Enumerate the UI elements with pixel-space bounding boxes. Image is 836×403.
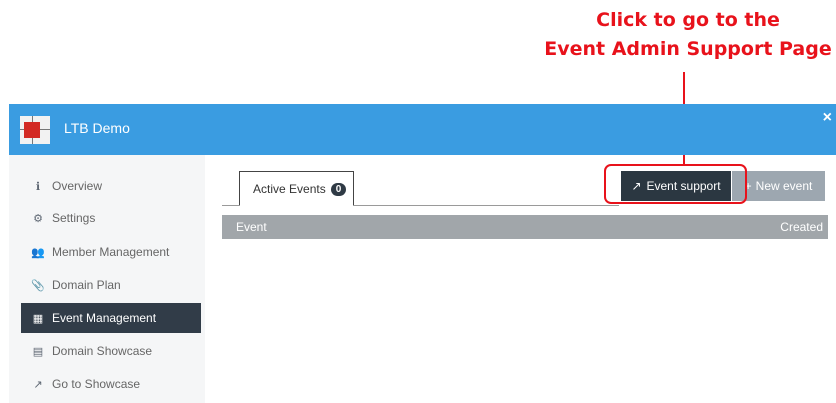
event-support-label: Event support <box>646 179 721 193</box>
sidebar-item-label: Event Management <box>52 311 157 325</box>
app-logo-icon <box>20 116 50 144</box>
close-icon[interactable]: × <box>823 109 832 127</box>
sidebar-item-domain-showcase[interactable]: ▤ Domain Showcase <box>21 336 201 366</box>
tab-divider <box>353 205 619 206</box>
tab-divider <box>222 205 240 206</box>
external-link-icon: ↗ <box>33 377 43 391</box>
sidebar-item-label: Domain Plan <box>52 278 121 292</box>
app-title: LTB Demo <box>64 120 130 136</box>
new-event-button[interactable]: + New event <box>732 171 825 201</box>
paperclip-icon: 📎 <box>31 278 45 292</box>
annotation-callout: Click to go to the Event Admin Support P… <box>540 6 836 64</box>
showcase-icon: ▤ <box>32 344 44 358</box>
app-header: LTB Demo × <box>9 104 836 155</box>
calendar-icon: ▦ <box>32 311 44 325</box>
external-link-icon: ↗ <box>631 179 642 193</box>
sidebar: ℹ Overview ⚙ Settings 👥 Member Managemen… <box>9 155 205 403</box>
sidebar-item-go-to-showcase[interactable]: ↗ Go to Showcase <box>21 369 201 399</box>
plus-icon: + <box>744 179 752 193</box>
users-icon: 👥 <box>31 245 45 259</box>
sidebar-item-label: Member Management <box>52 245 170 259</box>
sidebar-item-label: Settings <box>52 211 96 225</box>
sidebar-item-overview[interactable]: ℹ Overview <box>21 171 201 201</box>
table-header: Event Created <box>222 215 828 239</box>
sidebar-item-label: Go to Showcase <box>52 377 141 391</box>
event-support-button[interactable]: ↗ Event support <box>621 171 731 201</box>
info-icon: ℹ <box>35 179 41 193</box>
sidebar-item-settings[interactable]: ⚙ Settings <box>21 203 201 233</box>
sidebar-item-domain-plan[interactable]: 📎 Domain Plan <box>21 270 201 300</box>
new-event-label: New event <box>755 179 813 193</box>
sidebar-item-label: Domain Showcase <box>52 344 153 358</box>
callout-line-1: Click to go to the <box>596 9 780 31</box>
column-header-event[interactable]: Event <box>236 220 267 234</box>
tab-active-events[interactable]: Active Events 0 <box>239 171 354 206</box>
tab-label: Active Events <box>253 182 326 196</box>
gear-icon: ⚙ <box>33 211 43 225</box>
sidebar-item-event-management[interactable]: ▦ Event Management <box>21 303 201 333</box>
callout-line-2: Event Admin Support Page <box>544 38 832 60</box>
count-badge: 0 <box>330 182 347 196</box>
sidebar-item-label: Overview <box>52 179 103 193</box>
column-header-created[interactable]: Created <box>780 220 823 234</box>
sidebar-item-member-management[interactable]: 👥 Member Management <box>21 237 201 267</box>
